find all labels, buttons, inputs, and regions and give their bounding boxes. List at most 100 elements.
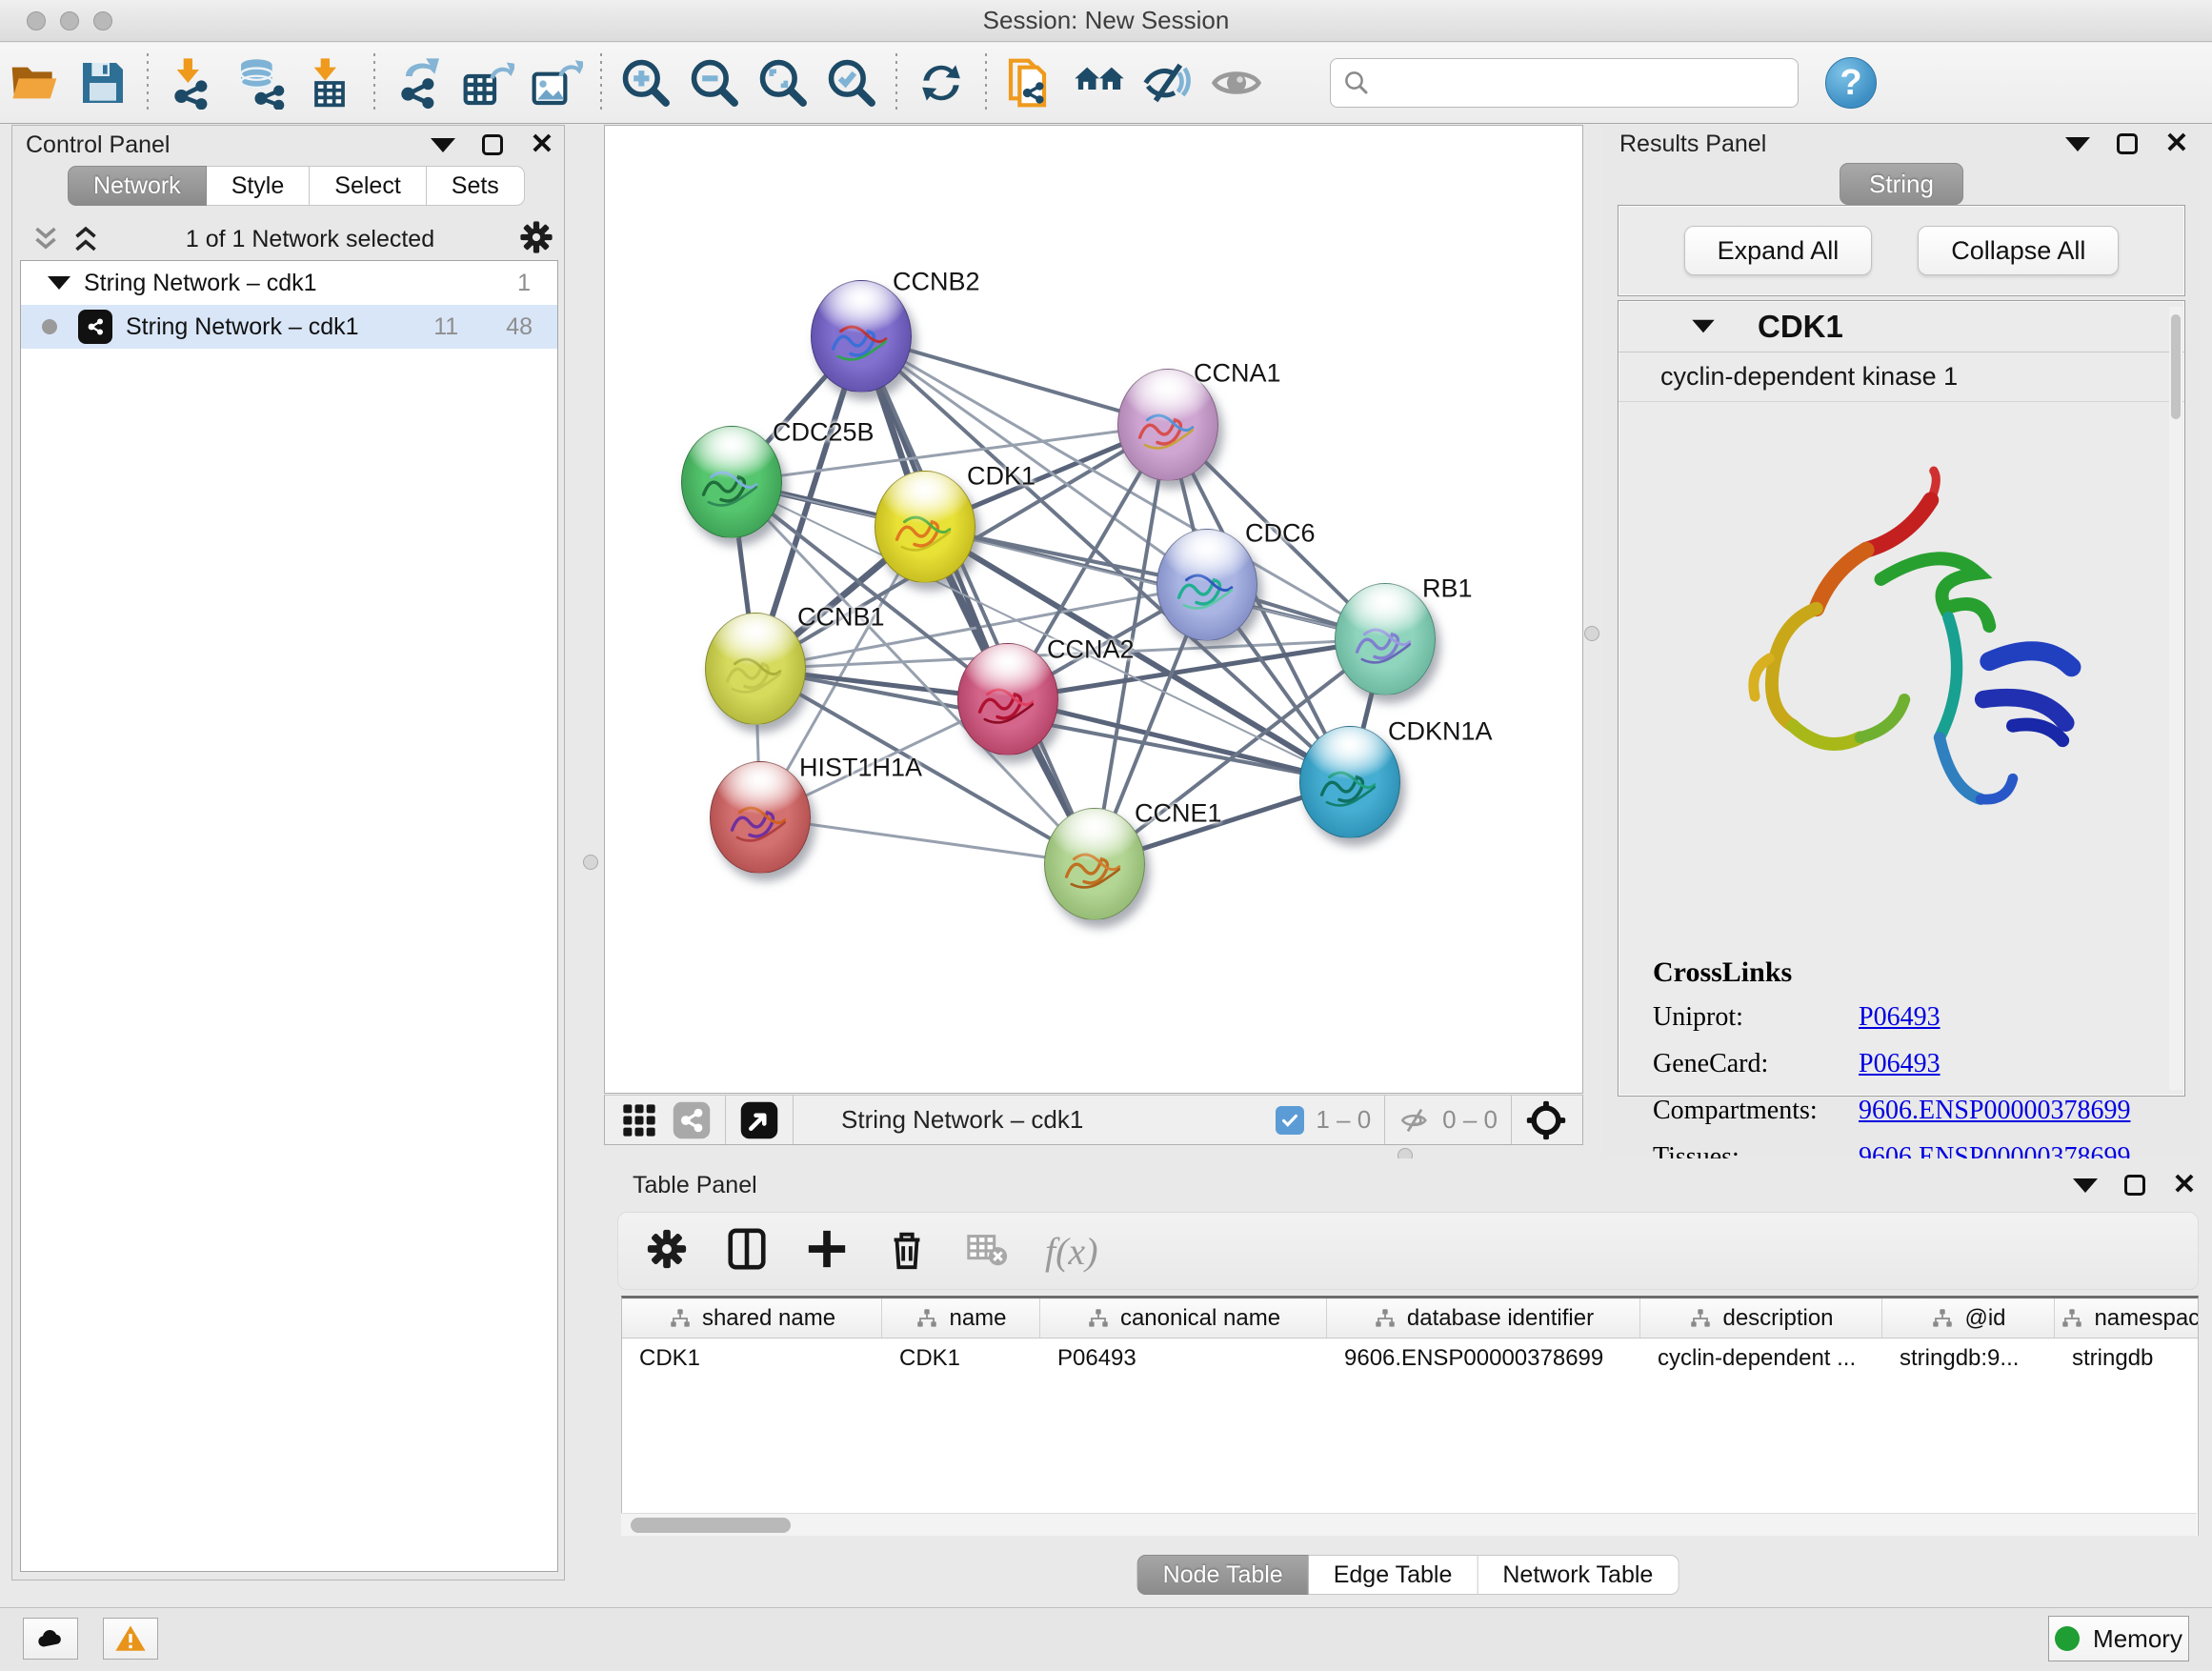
- export-table-button[interactable]: [453, 52, 522, 113]
- zoom-out-button[interactable]: [680, 52, 749, 113]
- share-document-button[interactable]: [996, 52, 1065, 113]
- close-panel-icon[interactable]: ✕: [2164, 131, 2189, 156]
- column-header-description[interactable]: description: [1640, 1299, 1882, 1338]
- table-cell[interactable]: CDK1: [622, 1339, 882, 1379]
- show-columns-icon[interactable]: [725, 1227, 769, 1276]
- network-share-icon[interactable]: [672, 1100, 712, 1140]
- float-panel-icon[interactable]: [480, 132, 505, 157]
- column-header-shared-name[interactable]: shared name: [622, 1299, 882, 1338]
- network-node-CDC25B[interactable]: [681, 426, 782, 538]
- column-header-canonical-name[interactable]: canonical name: [1040, 1299, 1327, 1338]
- panel-menu-icon[interactable]: [2073, 1173, 2098, 1198]
- search-input[interactable]: [1378, 70, 1786, 97]
- table-horizontal-scrollbar[interactable]: [621, 1513, 2197, 1536]
- table-cell[interactable]: CDK1: [882, 1339, 1040, 1379]
- tab-style[interactable]: Style: [207, 166, 311, 206]
- crosslink-label: GeneCard:: [1653, 1049, 1859, 1079]
- export-image-button[interactable]: [522, 52, 591, 113]
- crosslink-link[interactable]: 9606.ENSP00000378699: [1859, 1096, 2130, 1126]
- selected-checkbox-icon[interactable]: [1276, 1106, 1304, 1135]
- float-panel-icon[interactable]: [2115, 131, 2140, 156]
- table-cell[interactable]: P06493: [1040, 1339, 1327, 1379]
- birdseye-view-icon[interactable]: [739, 1100, 779, 1140]
- results-scrollbar-thumb[interactable]: [2171, 314, 2181, 419]
- node-label-CCNA2: CCNA2: [1047, 635, 1135, 665]
- tab-sets[interactable]: Sets: [427, 166, 525, 206]
- crosslink-link[interactable]: P06493: [1859, 1049, 1941, 1079]
- table-cell[interactable]: cyclin-dependent ...: [1640, 1339, 1882, 1379]
- network-node-CCNA2[interactable]: [957, 643, 1058, 755]
- column-header-namespace[interactable]: namespace: [2055, 1299, 2199, 1338]
- network-node-CCNB1[interactable]: [705, 613, 806, 725]
- table-row[interactable]: CDK1CDK1P064939606.ENSP00000378699cyclin…: [622, 1339, 2198, 1379]
- tab-edge-table[interactable]: Edge Table: [1309, 1555, 1478, 1595]
- collapse-all-button[interactable]: Collapse All: [1918, 226, 2119, 275]
- network-node-CCNE1[interactable]: [1044, 808, 1145, 920]
- table-cell[interactable]: 9606.ENSP00000378699: [1327, 1339, 1640, 1379]
- panel-menu-icon[interactable]: [2065, 131, 2090, 156]
- save-session-button[interactable]: [69, 52, 137, 113]
- add-column-icon[interactable]: [805, 1227, 849, 1276]
- results-scrollbar[interactable]: [2169, 307, 2182, 1090]
- footer-separator: [793, 1096, 794, 1144]
- cloud-status-button[interactable]: [23, 1618, 78, 1660]
- results-tab-string[interactable]: String: [1840, 163, 1963, 205]
- footer-separator: [1384, 1096, 1385, 1144]
- save-icon: [76, 56, 130, 110]
- network-view-canvas[interactable]: CCNB2CCNA1CDC25BCDK1CDC6RB1CCNB1CCNA2CDK…: [604, 125, 1583, 1094]
- tab-network[interactable]: Network: [68, 166, 207, 206]
- network-node-CDKN1A[interactable]: [1299, 726, 1400, 838]
- node-label-CCNB1: CCNB1: [797, 603, 885, 633]
- network-collection-row[interactable]: String Network – cdk1 1: [21, 261, 557, 305]
- collection-expand-icon[interactable]: [48, 276, 70, 290]
- node-table: shared namenamecanonical namedatabase id…: [621, 1296, 2199, 1536]
- show-eye-button[interactable]: [1202, 52, 1271, 113]
- crosslink-link[interactable]: P06493: [1859, 1002, 1941, 1033]
- panel-menu-icon[interactable]: [431, 132, 455, 157]
- string-home-button[interactable]: [1065, 52, 1134, 113]
- table-scrollbar-thumb[interactable]: [631, 1518, 791, 1533]
- table-cell[interactable]: stringdb:9...: [1882, 1339, 2055, 1379]
- table-cell[interactable]: stringdb: [2055, 1339, 2199, 1379]
- left-splitter-handle[interactable]: [583, 855, 598, 870]
- reposition-crosshair-icon[interactable]: [1525, 1099, 1567, 1141]
- zoom-fit-button[interactable]: [749, 52, 817, 113]
- hide-unhide-button[interactable]: [1134, 52, 1202, 113]
- network-node-RB1[interactable]: [1335, 583, 1436, 695]
- column-header--id[interactable]: @id: [1882, 1299, 2055, 1338]
- right-splitter-handle[interactable]: [1584, 626, 1599, 641]
- zoom-in-button[interactable]: [612, 52, 680, 113]
- grid-view-icon[interactable]: [620, 1101, 658, 1139]
- import-network-database-button[interactable]: [227, 52, 295, 113]
- close-panel-icon[interactable]: ✕: [530, 132, 554, 157]
- network-node-HIST1H1A[interactable]: [710, 761, 811, 874]
- tab-network-table[interactable]: Network Table: [1478, 1555, 1679, 1595]
- import-table-button[interactable]: [295, 52, 364, 113]
- memory-button[interactable]: Memory: [2048, 1616, 2189, 1661]
- tab-node-table[interactable]: Node Table: [1137, 1555, 1309, 1595]
- network-options-gear-icon[interactable]: [518, 219, 554, 260]
- table-settings-gear-icon[interactable]: [645, 1227, 689, 1276]
- refresh-button[interactable]: [907, 52, 975, 113]
- zoom-selected-button[interactable]: [817, 52, 886, 113]
- tab-select[interactable]: Select: [310, 166, 426, 206]
- collapse-gene-icon[interactable]: [1692, 320, 1714, 333]
- close-panel-icon[interactable]: ✕: [2172, 1173, 2197, 1198]
- export-network-button[interactable]: [385, 52, 453, 113]
- open-session-button[interactable]: [0, 52, 69, 113]
- collapse-all-icon[interactable]: [30, 225, 62, 253]
- float-panel-icon[interactable]: [2122, 1173, 2147, 1198]
- expand-all-button[interactable]: Expand All: [1684, 226, 1873, 275]
- help-button[interactable]: ?: [1825, 57, 1877, 109]
- gene-header-row[interactable]: CDK1: [1619, 301, 2184, 352]
- warnings-button[interactable]: [103, 1618, 158, 1660]
- network-row[interactable]: String Network – cdk1 11 48: [21, 305, 557, 349]
- expand-all-icon[interactable]: [70, 225, 102, 253]
- network-node-CDC6[interactable]: [1156, 529, 1257, 641]
- network-node-CCNB2[interactable]: [811, 280, 912, 393]
- delete-column-trash-icon[interactable]: [885, 1227, 929, 1276]
- column-header-database-identifier[interactable]: database identifier: [1327, 1299, 1640, 1338]
- column-header-name[interactable]: name: [882, 1299, 1040, 1338]
- import-network-file-button[interactable]: [158, 52, 227, 113]
- network-node-CDK1[interactable]: [875, 471, 975, 583]
